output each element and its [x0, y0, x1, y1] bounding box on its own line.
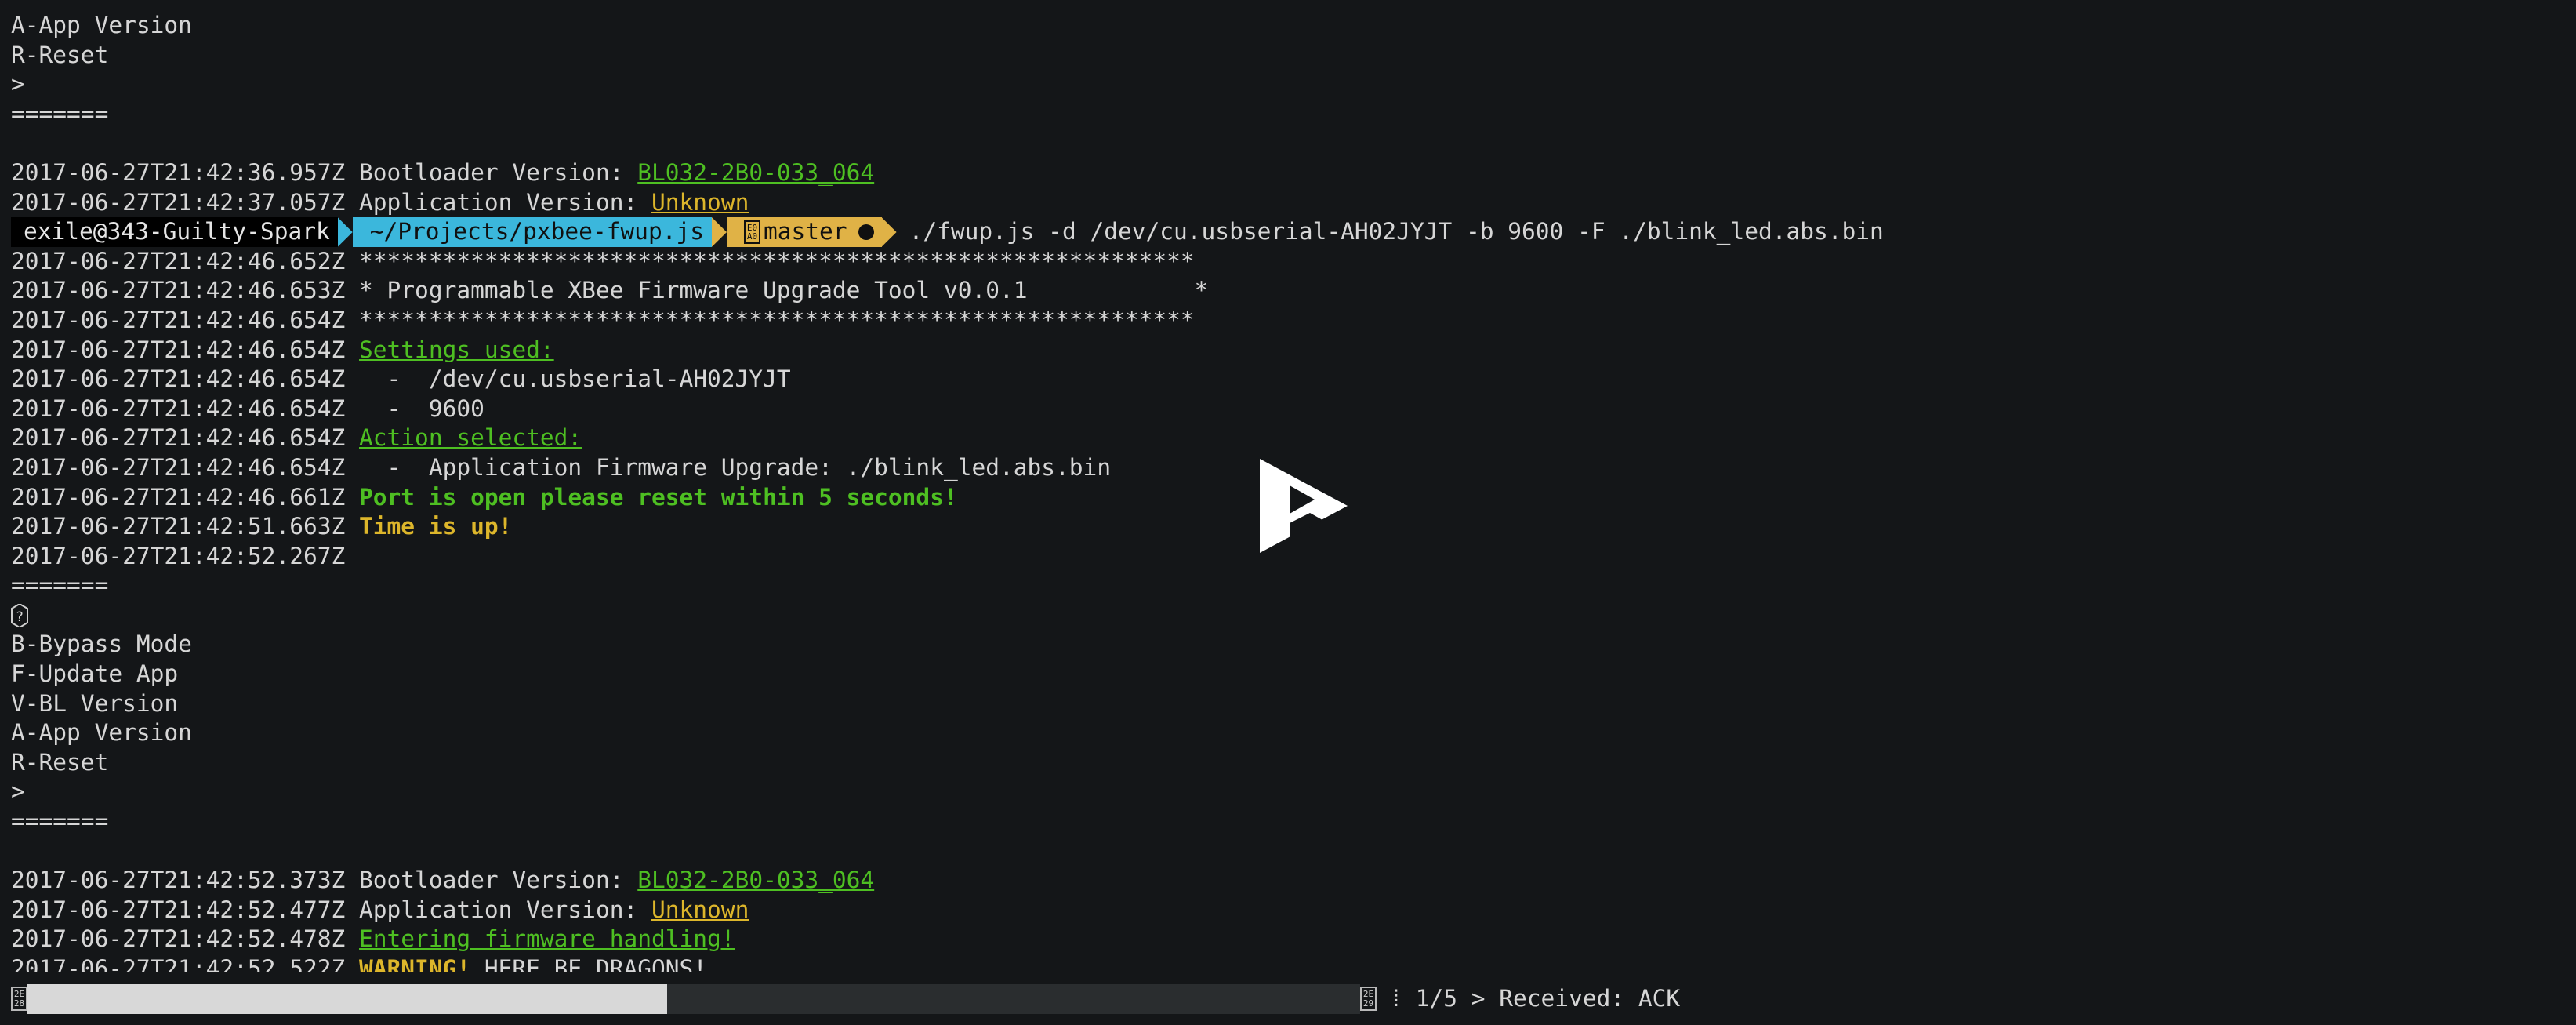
- log-text: * Programmable XBee Firmware Upgrade Too…: [359, 277, 1208, 304]
- progress-separator-icon: ⁞: [1389, 984, 1403, 1014]
- entering-firmware-message: Entering firmware handling!: [359, 925, 735, 952]
- terminal-line: =======: [11, 100, 2576, 129]
- application-version-line-1: 2017-06-27T21:42:37.057Z Application Ver…: [11, 188, 2576, 218]
- prompt-path-label: ~/Projects/pxbee-fwup.js: [370, 217, 704, 247]
- terminal-window: A-App Version R-Reset > ======= 2017-06-…: [0, 0, 2576, 1025]
- bootloader-version-value: BL032-2B0-033_064: [637, 867, 874, 893]
- action-item-label: - Application Firmware Upgrade: ./blink_…: [359, 454, 1111, 481]
- log-timestamp: 2017-06-27T21:42:52.373Z: [11, 867, 359, 893]
- settings-header-line: 2017-06-27T21:42:46.654Z Settings used:: [11, 336, 2576, 365]
- terminal-line: 2017-06-27T21:42:46.652Z ***************…: [11, 247, 2576, 277]
- progress-bar-fill: [27, 984, 667, 1014]
- progress-status-label: 1/5 > Received: ACK: [1416, 984, 1680, 1014]
- settings-item-line: 2017-06-27T21:42:46.654Z - /dev/cu.usbse…: [11, 365, 2576, 394]
- progress-status-bar: 2E28 2E29 ⁞ 1/5 > Received: ACK: [0, 972, 2576, 1025]
- log-timestamp: 2017-06-27T21:42:37.057Z: [11, 189, 359, 216]
- progress-bar-remainder: [667, 984, 1360, 1014]
- log-timestamp: 2017-06-27T21:42:52.478Z: [11, 925, 359, 952]
- svg-text:?: ?: [16, 609, 24, 625]
- prompt-user-host-label: exile@343-Guilty-Spark: [24, 217, 330, 247]
- unprintable-glyph-line: ?: [11, 601, 2576, 631]
- settings-item-line: 2017-06-27T21:42:46.654Z - 9600: [11, 394, 2576, 424]
- time-up-message: Time is up!: [359, 513, 512, 540]
- log-timestamp: 2017-06-27T21:42:46.654Z: [11, 424, 359, 451]
- action-header-line: 2017-06-27T21:42:46.654Z Action selected…: [11, 423, 2576, 453]
- log-text: ****************************************…: [359, 307, 1195, 333]
- terminal-line: A-App Version: [11, 11, 2576, 41]
- log-timestamp: 2017-06-27T21:42:46.654Z: [11, 365, 359, 392]
- bracket-close-hex-bottom: 29: [1362, 999, 1375, 1009]
- divider-line: =======: [11, 571, 2576, 601]
- log-label: Application Version:: [359, 189, 651, 216]
- log-timestamp: 2017-06-27T21:42:36.957Z: [11, 159, 359, 186]
- bracket-open-hex-top: 2E: [13, 990, 26, 999]
- terminal-line-blank: [11, 129, 2576, 158]
- prompt-git-segment: E0A0 master: [727, 217, 882, 247]
- shell-prompt-line: exile@343-Guilty-Spark ~/Projects/pxbee-…: [11, 217, 2576, 247]
- action-header-label: Action selected:: [359, 424, 582, 451]
- log-timestamp: 2017-06-27T21:42:46.654Z: [11, 336, 359, 363]
- log-label: Application Version:: [359, 896, 651, 923]
- prompt-user-host-segment: exile@343-Guilty-Spark: [11, 217, 338, 247]
- bootloader-version-line-1: 2017-06-27T21:42:36.957Z Bootloader Vers…: [11, 158, 2576, 188]
- terminal-line-blank: [11, 837, 2576, 867]
- git-dirty-dot-icon: [858, 224, 874, 240]
- terminal-line: A-App Version: [11, 718, 2576, 748]
- powerline-arrow-icon: [338, 217, 353, 247]
- settings-item-device: - /dev/cu.usbserial-AH02JYJT: [359, 365, 791, 392]
- terminal-line: F-Update App: [11, 660, 2576, 689]
- prompt-branch-label: master: [764, 217, 847, 247]
- log-timestamp: 2017-06-27T21:42:52.477Z: [11, 896, 359, 923]
- log-timestamp: 2017-06-27T21:42:46.653Z: [11, 277, 359, 304]
- git-branch-icon: E0A0: [744, 220, 760, 244]
- terminal-line: >: [11, 70, 2576, 100]
- terminal-line: R-Reset: [11, 41, 2576, 71]
- powerline-arrow-icon: [712, 217, 727, 247]
- log-timestamp: 2017-06-27T21:42:46.652Z: [11, 248, 359, 274]
- log-timestamp: 2017-06-27T21:42:46.654Z: [11, 395, 359, 422]
- port-open-message: Port is open please reset within 5 secon…: [359, 484, 958, 511]
- terminal-line: V-BL Version: [11, 689, 2576, 719]
- bracket-close-glyph-icon: 2E29: [1360, 987, 1377, 1011]
- powerline-arrow-icon: [882, 217, 897, 247]
- git-glyph-bottom: A0: [746, 232, 759, 241]
- application-version-value: Unknown: [651, 896, 749, 923]
- bracket-open-hex-bottom: 28: [13, 999, 26, 1009]
- progress-bar-track[interactable]: [27, 984, 1360, 1014]
- settings-header-label: Settings used:: [359, 336, 554, 363]
- terminal-line: =======: [11, 807, 2576, 837]
- terminal-line: 2017-06-27T21:42:46.654Z ***************…: [11, 306, 2576, 336]
- log-timestamp: 2017-06-27T21:42:46.654Z: [11, 307, 359, 333]
- bracket-close-hex-top: 2E: [1362, 990, 1375, 999]
- application-version-value: Unknown: [651, 189, 749, 216]
- settings-item-baud: - 9600: [359, 395, 484, 422]
- application-version-line-2: 2017-06-27T21:42:52.477Z Application Ver…: [11, 896, 2576, 925]
- terminal-line: >: [11, 777, 2576, 807]
- log-label: Bootloader Version:: [359, 867, 637, 893]
- bootloader-version-line-2: 2017-06-27T21:42:52.373Z Bootloader Vers…: [11, 866, 2576, 896]
- bracket-open-glyph-icon: 2E28: [11, 987, 27, 1011]
- unprintable-char-icon: ?: [11, 604, 28, 627]
- log-timestamp: 2017-06-27T21:42:46.654Z: [11, 454, 359, 481]
- shell-command-text[interactable]: ./fwup.js -d /dev/cu.usbserial-AH02JYJT …: [897, 217, 1884, 247]
- entering-firmware-line: 2017-06-27T21:42:52.478Z Entering firmwa…: [11, 925, 2576, 954]
- log-label: Bootloader Version:: [359, 159, 637, 186]
- log-timestamp: 2017-06-27T21:42:46.661Z: [11, 484, 359, 511]
- terminal-line: 2017-06-27T21:42:46.653Z * Programmable …: [11, 276, 2576, 306]
- log-timestamp: 2017-06-27T21:42:51.663Z: [11, 513, 359, 540]
- prompt-path-segment: ~/Projects/pxbee-fwup.js: [353, 217, 712, 247]
- log-text: ****************************************…: [359, 248, 1195, 274]
- terminal-line: B-Bypass Mode: [11, 630, 2576, 660]
- bootloader-version-value: BL032-2B0-033_064: [637, 159, 874, 186]
- terminal-line: R-Reset: [11, 748, 2576, 778]
- asciinema-play-button[interactable]: [1257, 457, 1351, 554]
